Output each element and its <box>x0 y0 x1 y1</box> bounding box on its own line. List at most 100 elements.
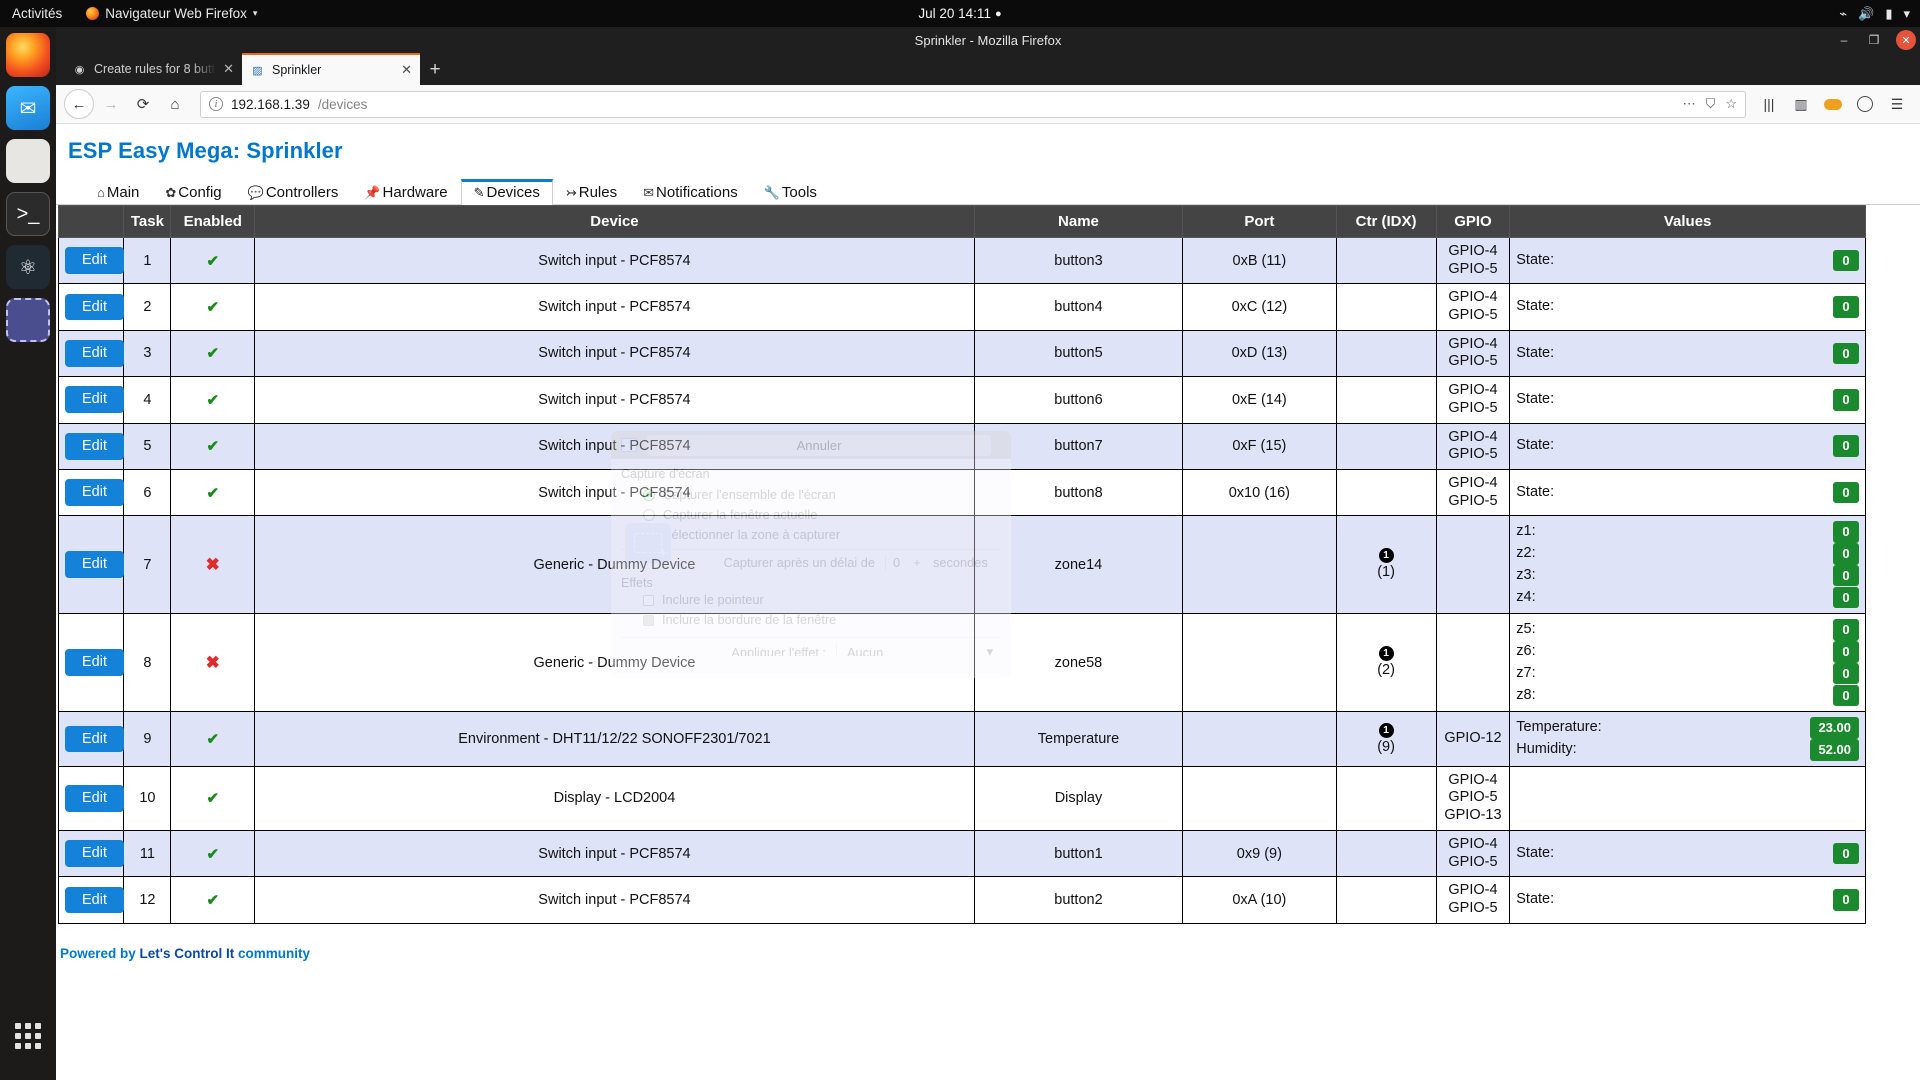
nav-tab-devices[interactable]: ✎ Devices <box>460 179 553 205</box>
dock-item-firefox[interactable] <box>6 33 50 77</box>
clock[interactable]: Jul 20 14:11 ● <box>0 6 1920 21</box>
cell-gpio <box>1435 515 1511 615</box>
address-bar[interactable]: i 192.168.1.39/devices ⋯ ⛉ ☆ <box>200 90 1746 118</box>
value-row: z6: 0 <box>1516 641 1859 663</box>
gnome-top-bar: Activités Navigateur Web Firefox ▾ Jul 2… <box>0 0 1920 27</box>
cell-enabled: ✔ <box>170 711 256 767</box>
cell-name: Temperature <box>973 711 1184 767</box>
sync-pill-icon <box>1824 98 1842 110</box>
edit-button[interactable]: Edit <box>65 886 124 914</box>
value-row: Humidity: 52.00 <box>1516 739 1859 761</box>
library-icon[interactable]: ||| <box>1756 91 1782 117</box>
new-tab-button[interactable]: + <box>420 55 450 85</box>
cell-device: Switch input - PCF8574 <box>254 329 975 378</box>
sidebar-icon[interactable]: ▥ <box>1788 91 1814 117</box>
nav-tab-label: Notifications <box>656 184 738 201</box>
minimize-button[interactable]: ‒ <box>1830 29 1858 51</box>
edit-button[interactable]: Edit <box>65 840 124 867</box>
pocket-icon[interactable]: ⛉ <box>1706 96 1716 112</box>
grid-dot <box>25 1023 31 1029</box>
value-badge: 0 <box>1833 564 1859 587</box>
nav-tab-rules[interactable]: ↣ Rules <box>553 180 630 205</box>
gpio-pin: GPIO-13 <box>1444 807 1502 824</box>
gpio-pin: GPIO-5 <box>1448 260 1498 277</box>
edit-button[interactable]: Edit <box>65 784 124 812</box>
tab-title: Sprinkler <box>272 63 322 77</box>
edit-button[interactable]: Edit <box>65 479 124 506</box>
grid-dot <box>35 1023 41 1029</box>
cell-task: 9 <box>123 711 172 767</box>
cell-port: 0xB (11) <box>1182 236 1337 285</box>
close-button[interactable]: ✕ <box>1896 30 1916 50</box>
app-menu-icon[interactable]: ☰ <box>1884 91 1910 117</box>
table-row: Edit 4 ✔ Switch input - PCF8574 button6 0xE (… <box>57 376 1866 424</box>
nav-tab-tools[interactable]: 🔧 Tools <box>751 180 830 205</box>
nav-tab-label: Hardware <box>382 184 448 201</box>
nav-tab-label: Main <box>106 184 140 201</box>
page-content: ESP Easy Mega: Sprinkler ⌂ Main ✿ Config… <box>56 124 1920 1080</box>
dock-item-terminal[interactable]: >_ <box>6 192 50 236</box>
edit-button[interactable]: Edit <box>65 649 124 677</box>
value-badge: 0 <box>1833 435 1859 457</box>
dock-item-screenshot[interactable] <box>6 298 50 342</box>
value-label: State: <box>1516 251 1555 268</box>
cell-name: button5 <box>973 329 1184 378</box>
close-icon[interactable]: ✕ <box>401 62 412 78</box>
cell-task: 2 <box>123 283 172 331</box>
gpio-pin: GPIO-4 <box>1448 474 1498 491</box>
devices-table: Task Enabled Device Name Port Ctr (IDX) … <box>57 205 1866 924</box>
sync-icon[interactable] <box>1820 91 1846 117</box>
account-icon[interactable] <box>1852 91 1878 117</box>
nav-tab-hardware[interactable]: 📌 Hardware <box>351 180 460 205</box>
dock-item-files[interactable] <box>6 139 50 183</box>
nav-tab-main[interactable]: ⌂ Main <box>84 180 152 205</box>
edit-button[interactable]: Edit <box>65 725 124 753</box>
site-nav-tabs: ⌂ Main ✿ Config 💬 Controllers 📌 Hardware… <box>84 178 1920 205</box>
browser-tab-create-rules[interactable]: ◉ Create rules for 8 button ✕ <box>64 53 242 85</box>
cell-device: Switch input - PCF8574 <box>254 876 975 924</box>
dock-item-atom[interactable]: ⚛ <box>6 245 50 289</box>
cell-ctr-idx <box>1335 422 1437 470</box>
value-badge: 0 <box>1833 684 1859 707</box>
value-row: State: 0 <box>1516 249 1859 272</box>
value-label: z1: <box>1516 523 1536 540</box>
cell-ctr-idx <box>1335 468 1437 517</box>
cell-device: Switch input - PCF8574 <box>254 468 975 517</box>
window-controls: ‒ ❐ ✕ <box>1830 27 1916 53</box>
cell-device: Generic - Dummy Device <box>254 515 975 615</box>
reload-button[interactable]: ⟳ <box>128 89 158 119</box>
home-button[interactable]: ⌂ <box>160 89 190 119</box>
edit-button[interactable]: Edit <box>65 551 124 579</box>
edit-button[interactable]: Edit <box>65 432 124 460</box>
cell-task: 4 <box>123 376 172 424</box>
cell-enabled: ✔ <box>170 765 256 831</box>
maximize-button[interactable]: ❐ <box>1860 29 1888 51</box>
dock-item-thunderbird[interactable]: ✉ <box>6 86 50 130</box>
edit-button[interactable]: Edit <box>65 247 124 275</box>
edit-button[interactable]: Edit <box>65 386 124 414</box>
edit-button[interactable]: Edit <box>65 293 124 321</box>
edit-button[interactable]: Edit <box>65 340 124 367</box>
check-icon: ✔ <box>206 731 220 748</box>
bookmark-star-icon[interactable]: ☆ <box>1725 96 1737 112</box>
browser-tab-sprinkler[interactable]: ▨ Sprinkler ✕ <box>242 53 420 85</box>
nav-tab-notifications[interactable]: ✉ Notifications <box>630 180 751 205</box>
cell-name: button2 <box>973 876 1184 924</box>
table-row: Edit 7 ✖ Generic - Dummy Device zone14 1 (1) z1… <box>57 515 1866 615</box>
nav-tab-config[interactable]: ✿ Config <box>152 180 234 205</box>
navigation-toolbar: ← → ⟳ ⌂ i 192.168.1.39/devices ⋯ ⛉ ☆ |||… <box>56 85 1920 124</box>
cell-values: State: 0 <box>1509 329 1866 378</box>
show-applications-button[interactable] <box>6 1014 50 1058</box>
controller-badge: 1 <box>1378 722 1394 738</box>
page-actions-icon[interactable]: ⋯ <box>1683 96 1696 112</box>
forward-button[interactable]: → <box>96 89 126 119</box>
site-info-icon[interactable]: i <box>209 97 223 111</box>
footer-brand-link[interactable]: Let's Control It <box>140 946 235 961</box>
devices-table-body: Edit 1 ✔ Switch input - PCF8574 button3 0xB (… <box>57 236 1866 924</box>
back-button[interactable]: ← <box>64 89 94 119</box>
close-icon[interactable]: ✕ <box>223 61 234 77</box>
gpio-pin: GPIO-12 <box>1444 730 1502 747</box>
system-tray[interactable]: ⌁ 🔊 ▮ ▾ <box>1839 6 1910 22</box>
value-row: z8: 0 <box>1516 684 1859 707</box>
nav-tab-controllers[interactable]: 💬 Controllers <box>235 180 352 205</box>
